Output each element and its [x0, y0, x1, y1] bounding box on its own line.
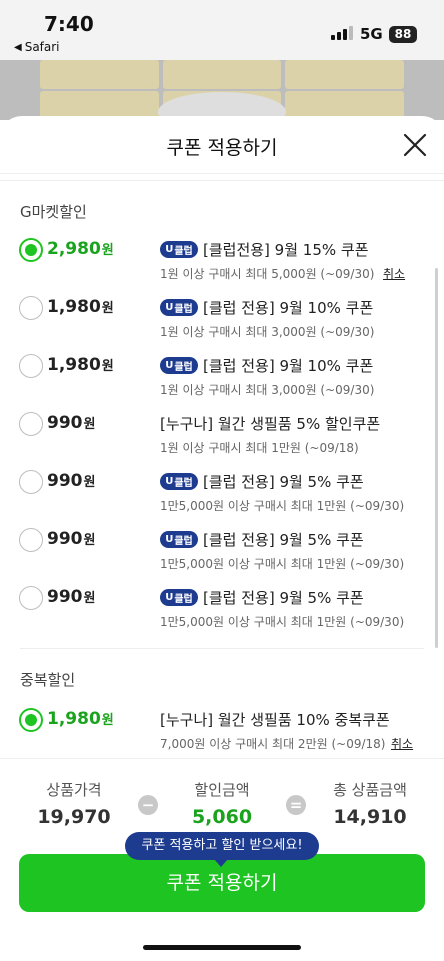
equals-icon: = [286, 795, 306, 815]
coupon-radio[interactable] [19, 238, 43, 262]
coupon-amount: 1,980원 [47, 355, 114, 375]
coupon-item[interactable]: 1,980원 U 클럽 [클럽 전용] 9월 10% 쿠폰 1원 이상 구매시 최대 3… [0, 354, 444, 412]
coupon-name: [클럽 전용] 9월 5% 쿠폰 [203, 531, 364, 549]
section-title-overlap: 중복할인 [20, 671, 76, 689]
summary-discount-value: 5,060 [191, 806, 253, 828]
coupon-desc: 1만5,000원 이상 구매시 최대 1만원 (~09/30) [160, 499, 405, 513]
club-badge-icon: U 클럽 [160, 589, 198, 606]
club-badge-icon: U 클럽 [160, 357, 198, 374]
section-title-gmarket: G마켓할인 [20, 203, 87, 221]
summary-price-label: 상품가격 [46, 781, 102, 799]
coupon-desc: 1만5,000원 이상 구매시 최대 1만원 (~09/30) [160, 615, 405, 629]
network-label: 5G [360, 25, 383, 43]
coupon-item[interactable]: 990원 U 클럽 [클럽 전용] 9월 5% 쿠폰 1만5,000원 이상 구매시 최… [0, 470, 444, 528]
coupon-radio[interactable] [19, 412, 43, 436]
club-badge-icon: U 클럽 [160, 299, 198, 316]
coupon-radio[interactable] [19, 528, 43, 552]
overlap-coupon-cancel-link[interactable]: 취소 [391, 735, 413, 752]
coupon-item[interactable]: 990원 U 클럽 [클럽 전용] 9월 5% 쿠폰 1만5,000원 이상 구매시 최… [0, 528, 444, 586]
overlap-coupon-radio[interactable] [19, 708, 43, 732]
coupon-amount: 2,980원 [47, 239, 114, 259]
club-badge-icon: U 클럽 [160, 241, 198, 258]
coupon-radio[interactable] [19, 586, 43, 610]
coupon-radio[interactable] [19, 296, 43, 320]
coupon-desc: 1원 이상 구매시 최대 5,000원 (~09/30) [160, 267, 375, 281]
signal-icon [331, 26, 353, 40]
summary-total-value: 14,910 [333, 806, 407, 828]
status-bar: 7:40 ◀ Safari 5G 88 [0, 0, 444, 60]
product-image-background [0, 60, 444, 120]
coupon-cancel-link[interactable]: 취소 [383, 265, 405, 282]
coupon-desc: 1원 이상 구매시 최대 3,000원 (~09/30) [160, 383, 375, 397]
coupon-item[interactable]: 2,980원 U 클럽 [클럽전용] 9월 15% 쿠폰 1원 이상 구매시 최대 5,… [0, 238, 444, 296]
coupon-item[interactable]: 990원 [누구나] 월간 생필품 5% 할인쿠폰 1원 이상 구매시 최대 1만원… [0, 412, 444, 470]
summary-total-label: 총 상품금액 [333, 781, 407, 799]
back-to-safari[interactable]: ◀ Safari [14, 40, 60, 54]
club-badge-icon: U 클럽 [160, 473, 198, 490]
minus-icon: − [138, 795, 158, 815]
summary-price: 상품가격 19,970 [14, 779, 134, 828]
coupon-amount: 990원 [47, 471, 96, 491]
coupon-name: [클럽 전용] 9월 5% 쿠폰 [203, 589, 364, 607]
scrollbar[interactable] [435, 268, 438, 648]
summary-price-value: 19,970 [37, 806, 111, 828]
coupon-name: [클럽 전용] 9월 5% 쿠폰 [203, 473, 364, 491]
summary-discount-label: 할인금액 [194, 781, 250, 799]
overlap-coupon-amount: 1,980원 [47, 709, 114, 729]
overlap-coupon-desc: 7,000원 이상 구매시 최대 2만원 (~09/18) [160, 737, 386, 751]
battery-icon: 88 [389, 26, 417, 43]
coupon-desc: 1원 이상 구매시 최대 3,000원 (~09/30) [160, 325, 375, 339]
status-time: 7:40 [44, 12, 94, 36]
home-indicator [143, 945, 301, 950]
coupon-radio[interactable] [19, 470, 43, 494]
coupon-desc: 1원 이상 구매시 최대 1만원 (~09/18) [160, 441, 359, 455]
coupon-desc: 1만5,000원 이상 구매시 최대 1만원 (~09/30) [160, 557, 405, 571]
coupon-radio[interactable] [19, 354, 43, 378]
club-badge-icon: U 클럽 [160, 531, 198, 548]
summary-discount: 할인금액 5,060 [162, 779, 282, 828]
coupon-amount: 990원 [47, 587, 96, 607]
close-icon[interactable] [402, 132, 428, 158]
coupon-name: [클럽전용] 9월 15% 쿠폰 [203, 241, 369, 259]
header-divider [0, 180, 444, 181]
back-arrow-icon: ◀ [14, 41, 22, 53]
coupon-amount: 1,980원 [47, 297, 114, 317]
section-divider [20, 648, 424, 649]
coupon-amount: 990원 [47, 413, 96, 433]
coupon-amount: 990원 [47, 529, 96, 549]
coupon-item[interactable]: 1,980원 U 클럽 [클럽 전용] 9월 10% 쿠폰 1원 이상 구매시 최대 3… [0, 296, 444, 354]
coupon-item[interactable]: 990원 U 클럽 [클럽 전용] 9월 5% 쿠폰 1만5,000원 이상 구매시 최… [0, 586, 444, 644]
coupon-name: [누구나] 월간 생필품 5% 할인쿠폰 [160, 415, 381, 433]
overlap-coupon-name: [누구나] 월간 생필품 10% 중복쿠폰 [160, 711, 390, 729]
summary-total: 총 상품금액 14,910 [310, 779, 430, 828]
sheet-title: 쿠폰 적용하기 [166, 137, 278, 159]
sheet-header: 쿠폰 적용하기 [0, 116, 444, 174]
coupon-name: [클럽 전용] 9월 10% 쿠폰 [203, 357, 374, 375]
apply-tooltip: 쿠폰 적용하고 할인 받으세요! [125, 832, 319, 867]
back-app-label: Safari [24, 40, 60, 54]
coupon-name: [클럽 전용] 9월 10% 쿠폰 [203, 299, 374, 317]
